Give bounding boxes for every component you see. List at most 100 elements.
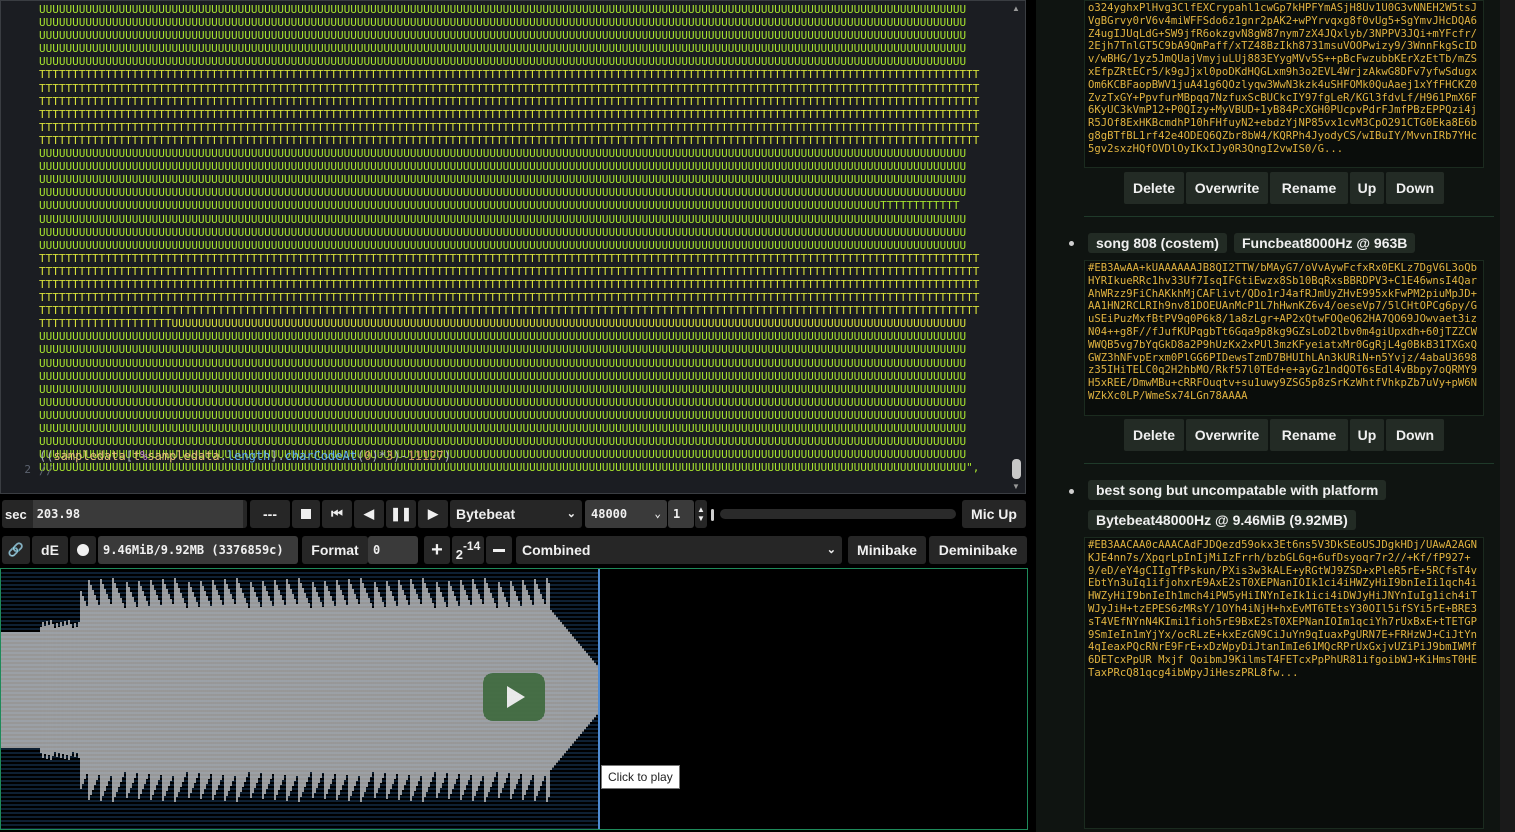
- code-line: TTTTTTTTTTTTTTTTTTTTUUUUUUUUUUUUUUUUUUUU…: [39, 317, 967, 331]
- link-icon: 🔗: [7, 542, 25, 557]
- expr-token: )-: [393, 449, 408, 463]
- move-up-button[interactable]: Up: [1350, 419, 1384, 451]
- stop-button[interactable]: [292, 500, 320, 528]
- decrease-button[interactable]: [486, 536, 512, 564]
- play-button[interactable]: ▶: [418, 500, 448, 528]
- editor-scrollbar[interactable]: ▲ ▼: [1009, 1, 1025, 493]
- minibake-button[interactable]: Minibake: [848, 536, 926, 564]
- code-expression[interactable]: ((sampledata[t%sampledata.length].charCo…: [39, 449, 451, 463]
- de-button[interactable]: dE: [32, 536, 68, 564]
- line-gutter: 2: [1, 1, 35, 493]
- bullet-icon: [1069, 489, 1074, 494]
- format-toolbar: 🔗 dE 9.46MiB/9.92MB (3376859c) Format 0 …: [0, 533, 1030, 567]
- expr-token: 11127: [407, 449, 444, 463]
- overwrite-button[interactable]: Overwrite: [1186, 419, 1268, 451]
- minus-icon: [493, 548, 505, 552]
- library-list: o324yghxPlHvg3ClfEXCrypahl1cwGp7kHPFYmAS…: [1036, 0, 1500, 832]
- code-line: UUUUUUUUUUUUUUUUUUUUUUUUUUUUUUUUUUUUUUUU…: [39, 3, 967, 16]
- entry-2-actions: Delete Overwrite Rename Up Down: [1124, 419, 1444, 451]
- code-line: UUUUUUUUUUUUUUUUUUUUUUUUUUUUUUUUUUUUUUUU…: [39, 147, 967, 161]
- code-comment[interactable]: //: [39, 463, 53, 477]
- chevron-down-icon: ⌄: [654, 507, 661, 520]
- overwrite-button[interactable]: Overwrite: [1186, 172, 1268, 204]
- stepper-down-icon[interactable]: ▼: [697, 514, 705, 523]
- view-mode-select[interactable]: Combined ⌄: [516, 536, 842, 564]
- rename-button[interactable]: Rename: [1270, 419, 1348, 451]
- code-line: UUUUUUUUUUUUUUUUUUUUUUUUUUUUUUUUUUUUUUUU…: [39, 356, 967, 370]
- editor-scroll-thumb[interactable]: [1012, 459, 1021, 479]
- scroll-up-arrow-icon[interactable]: ▲: [1012, 4, 1020, 13]
- power-display: 2 -14: [452, 536, 484, 564]
- library-code-entry-2[interactable]: #EB3AwAA+kUAAAAAAJB8QI2TTW/bMAyG7/oVvAyw…: [1084, 260, 1484, 416]
- divisor-input[interactable]: 1: [668, 500, 694, 528]
- code-editor[interactable]: 2 UUUUUUUUUUUUUUUUUUUUUUUUUUUUUUUUUUUUUU…: [0, 0, 1026, 494]
- reverse-button[interactable]: ◀: [354, 500, 384, 528]
- samplerate-select[interactable]: 48000 ⌄: [585, 500, 667, 528]
- divider: [1084, 216, 1494, 217]
- deminibake-button[interactable]: Deminibake: [929, 536, 1027, 564]
- volume-slider-track[interactable]: [720, 509, 956, 519]
- delete-button[interactable]: Delete: [1124, 172, 1184, 204]
- play-reverse-icon: ◀: [364, 506, 374, 521]
- record-button[interactable]: [70, 536, 96, 564]
- mode-value: Bytebeat: [456, 506, 516, 522]
- left-pane: 2 UUUUUUUUUUUUUUUUUUUUUUUUUUUUUUUUUUUUUU…: [0, 0, 1030, 832]
- delete-button[interactable]: Delete: [1124, 419, 1184, 451]
- song-title[interactable]: best song but uncompatable with platform: [1088, 480, 1387, 500]
- code-line: TTTTTTTTTTTTTTTTTTTTTTTTTTTTTTTTTTTTTTTT…: [39, 81, 980, 95]
- stepper-up-icon[interactable]: ▲: [697, 505, 705, 514]
- move-down-button[interactable]: Down: [1386, 419, 1444, 451]
- code-line: UUUUUUUUUUUUUUUUUUUUUUUUUUUUUUUUUUUUUUUU…: [39, 160, 967, 174]
- code-body[interactable]: UUUUUUUUUUUUUUUUUUUUUUUUUUUUUUUUUUUUUUUU…: [39, 3, 1007, 474]
- song-tag: Funcbeat8000Hz @ 963B: [1234, 233, 1416, 253]
- divisor-stepper[interactable]: ▲ ▼: [695, 500, 707, 528]
- code-line: UUUUUUUUUUUUUUUUUUUUUUUUUUUUUUUUUUUUUUUU…: [39, 225, 967, 239]
- library-code-entry-1[interactable]: o324yghxPlHvg3ClfEXCrypahl1cwGp7kHPFYmAS…: [1084, 0, 1484, 168]
- play-tooltip: Click to play: [601, 765, 680, 789]
- code-line: UUUUUUUUUUUUUUUUUUUUUUUUUUUUUUUUUUUUUUUU…: [39, 422, 967, 435]
- expr-token: ): [443, 449, 451, 463]
- mic-up-button[interactable]: Mic Up: [962, 500, 1026, 528]
- format-input[interactable]: 0: [368, 536, 418, 564]
- rename-button[interactable]: Rename: [1270, 172, 1348, 204]
- code-line: UUUUUUUUUUUUUUUUUUUUUUUUUUUUUUUUUUUUUUUU…: [39, 199, 960, 213]
- code-line: UUUUUUUUUUUUUUUUUUUUUUUUUUUUUUUUUUUUUUUU…: [39, 395, 967, 409]
- increase-button[interactable]: +: [424, 536, 450, 564]
- volume-slider-handle[interactable]: [711, 509, 714, 521]
- waveform-canvas[interactable]: Click to play: [0, 568, 1028, 830]
- expr-token: length: [226, 449, 271, 463]
- bullet-icon: [1069, 241, 1074, 246]
- code-line: UUUUUUUUUUUUUUUUUUUUUUUUUUUUUUUUUUUUUUUU…: [39, 42, 967, 56]
- code-line: UUUUUUUUUUUUUUUUUUUUUUUUUUUUUUUUUUUUUUUU…: [39, 16, 967, 30]
- play-icon: [507, 686, 525, 708]
- samplerate-value: 48000: [591, 507, 628, 521]
- link-button[interactable]: 🔗: [2, 536, 30, 564]
- code-line: TTTTTTTTTTTTTTTTTTTTTTTTTTTTTTTTTTTTTTTT…: [39, 133, 980, 147]
- time-control: sec 203.98: [2, 500, 247, 528]
- library-scrollbar[interactable]: [1500, 0, 1515, 832]
- expr-token: .: [219, 449, 227, 463]
- playback-toolbar: sec 203.98 --- ⏮ ◀ ❚❚ ▶ Bytebeat ⌄ 48000 ⌄…: [0, 497, 1030, 531]
- move-down-button[interactable]: Down: [1386, 172, 1444, 204]
- waveform-play-button[interactable]: [483, 673, 545, 721]
- time-input[interactable]: 203.98: [32, 500, 243, 528]
- expr-token: )*: [371, 449, 386, 463]
- skip-back-icon: ⏮: [331, 506, 343, 521]
- library-code-entry-3[interactable]: #EB3AACAA0cAAACAdFJDQezd59okx3Et6ns5V3Dk…: [1084, 537, 1484, 829]
- scroll-down-arrow-icon[interactable]: ▼: [1012, 482, 1020, 491]
- record-dot-icon: [77, 544, 89, 556]
- pause-button[interactable]: ❚❚: [386, 500, 416, 528]
- view-mode-value: Combined: [522, 542, 591, 558]
- divider: [1084, 463, 1494, 464]
- code-line: UUUUUUUUUUUUUUUUUUUUUUUUUUUUUUUUUUUUUUUU…: [39, 382, 967, 396]
- move-up-button[interactable]: Up: [1350, 172, 1384, 204]
- code-line: UUUUUUUUUUUUUUUUUUUUUUUUUUUUUUUUUUUUUUUU…: [39, 369, 967, 383]
- rewind-button[interactable]: ⏮: [322, 500, 352, 528]
- mode-select[interactable]: Bytebeat ⌄: [450, 500, 582, 528]
- song-title[interactable]: song 808 (costem): [1088, 233, 1227, 253]
- play-icon: ▶: [428, 506, 438, 521]
- dash-button[interactable]: ---: [250, 500, 290, 528]
- code-line: UUUUUUUUUUUUUUUUUUUUUUUUUUUUUUUUUUUUUUUU…: [39, 29, 967, 43]
- code-line: TTTTTTTTTTTTTTTTTTTTTTTTTTTTTTTTTTTTTTTT…: [39, 291, 980, 305]
- code-line: TTTTTTTTTTTTTTTTTTTTTTTTTTTTTTTTTTTTTTTT…: [39, 94, 980, 108]
